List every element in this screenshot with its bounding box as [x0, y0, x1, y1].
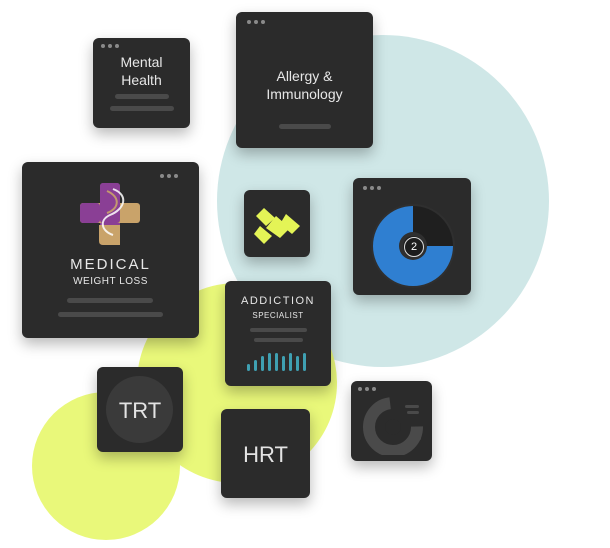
- skeleton-line: [58, 312, 163, 317]
- activity-bars: [247, 351, 309, 371]
- stats-donut-card[interactable]: 2: [353, 178, 471, 295]
- brand-logo-card[interactable]: [244, 190, 310, 257]
- window-dots-icon: [101, 44, 119, 48]
- medical-weight-loss-card[interactable]: MEDICAL WEIGHT LOSS: [22, 162, 199, 338]
- activity-bar: [261, 356, 264, 371]
- medical-cross-logo-icon: [80, 183, 140, 245]
- hrt-card[interactable]: HRT: [221, 409, 310, 498]
- window-dots-icon: [358, 387, 376, 391]
- activity-bar: [275, 353, 278, 371]
- mental-health-label-line1: Mental: [120, 54, 163, 70]
- activity-bar: [282, 356, 285, 371]
- hrt-label: HRT: [243, 442, 288, 467]
- window-dots-icon: [160, 174, 178, 178]
- trt-card[interactable]: TRT: [97, 367, 183, 452]
- mental-health-label-line2: Health: [121, 72, 162, 88]
- stats-badge: 2: [404, 237, 424, 257]
- small-chart-card[interactable]: [351, 381, 432, 461]
- skeleton-line: [110, 106, 174, 111]
- skeleton-line: [67, 298, 153, 303]
- lime-brand-logo-icon: [254, 208, 300, 244]
- skeleton-line: [250, 328, 307, 332]
- skeleton-line: [254, 338, 303, 342]
- addiction-specialist-card[interactable]: ADDICTION SPECIALIST: [225, 281, 331, 386]
- addiction-title: ADDICTION: [241, 295, 315, 307]
- addiction-subtitle: SPECIALIST: [252, 311, 304, 320]
- allergy-immunology-card[interactable]: Allergy & Immunology: [236, 12, 373, 148]
- skeleton-line: [115, 94, 169, 99]
- window-dots-icon: [363, 186, 381, 190]
- medical-subtitle: WEIGHT LOSS: [73, 276, 148, 287]
- trt-label: TRT: [118, 398, 162, 423]
- activity-bar: [296, 356, 299, 371]
- mental-health-card[interactable]: Mental Health: [93, 38, 190, 128]
- window-dots-icon: [247, 20, 265, 24]
- skeleton-line: [279, 124, 331, 129]
- activity-bar: [254, 360, 257, 371]
- allergy-label-line1: Allergy &: [276, 68, 333, 84]
- activity-bar: [247, 364, 250, 371]
- activity-bar: [303, 353, 306, 371]
- allergy-label-line2: Immunology: [266, 86, 343, 102]
- medical-title: MEDICAL: [70, 256, 151, 273]
- activity-bar: [268, 353, 271, 371]
- activity-bar: [289, 353, 292, 371]
- dark-donut-chart-icon: [363, 397, 423, 455]
